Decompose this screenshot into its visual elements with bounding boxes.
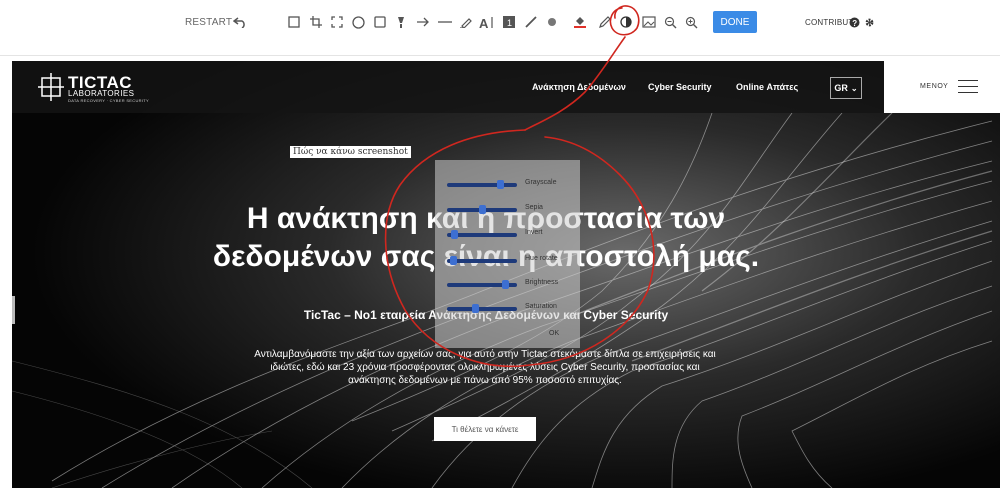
svg-text:?: ? [852,19,857,28]
number-icon[interactable]: 1 [500,13,518,31]
arrow-icon[interactable] [414,13,432,31]
filter-icon[interactable] [617,13,635,31]
pencil-icon[interactable] [596,13,614,31]
language-select[interactable]: GR ⌄ [830,77,862,99]
saturation-slider[interactable] [447,307,517,311]
nav-data-recovery[interactable]: Ανάκτηση Δεδομένων [532,82,626,92]
zoom-out-icon[interactable] [661,13,679,31]
invert-label: Invert [525,229,543,236]
sepia-label: Sepia [525,204,543,211]
pen-icon[interactable] [457,13,475,31]
logo-tagline: DATA RECOVERY · CYBER SECURITY [68,98,149,103]
sepia-slider-thumb[interactable] [478,205,486,214]
brightness-label: Brightness [525,279,559,286]
language-label: GR [834,83,848,93]
saturation-label: Saturation [525,303,557,310]
fill-icon[interactable] [571,13,589,31]
done-button[interactable]: DONE [713,11,757,33]
page-edge-handle [12,296,15,324]
image-icon[interactable] [640,13,658,31]
hamburger-icon [958,80,978,93]
blur-icon[interactable] [522,13,540,31]
logo-subtitle: LABORATORIES [68,89,135,98]
fit-icon[interactable] [328,13,346,31]
zoom-in-icon[interactable] [682,13,700,31]
text-icon[interactable]: A [478,13,496,31]
filter-row-grayscale: Grayscale [447,178,575,192]
highlight-icon[interactable] [392,13,410,31]
gear-icon[interactable] [860,13,878,31]
hue-rotate-label: Hue rotate [525,255,558,262]
hero-cta-button[interactable]: Τι θέλετε να κάνετε [434,417,536,441]
nav-online-scams[interactable]: Online Απάτες [736,82,798,92]
filter-row-saturation: Saturation [447,302,575,316]
menu-label: ΜΕΝΟΥ [920,83,949,90]
svg-text:A: A [479,16,489,29]
dot-icon[interactable] [543,13,561,31]
filter-row-hue-rotate: Hue rotate [447,254,575,268]
square-icon[interactable] [371,13,389,31]
filter-row-brightness: Brightness [447,278,575,292]
line-icon[interactable] [436,13,454,31]
menu-button[interactable]: ΜΕΝΟΥ [884,61,1000,113]
brightness-slider-thumb[interactable] [502,280,510,289]
filter-row-invert: Invert [447,228,575,242]
filter-panel: OK Grayscale Sepia Invert Hue rotate Brightn… [435,160,580,348]
rectangle-select-icon[interactable] [285,13,303,31]
grayscale-slider-thumb[interactable] [497,180,505,189]
editor-toolbar: RESTART A 1 DONE CONTRIBUTE ? [0,0,1000,56]
svg-text:1: 1 [507,18,512,28]
chevron-down-icon: ⌄ [850,83,858,93]
grayscale-slider[interactable] [447,183,517,187]
invert-slider-thumb[interactable] [451,230,459,239]
grayscale-label: Grayscale [525,179,557,186]
restart-button[interactable]: RESTART [185,13,232,31]
ok-button[interactable]: OK [549,330,559,337]
hue-rotate-slider-thumb[interactable] [450,256,458,265]
undo-icon[interactable] [231,13,249,31]
crosshair-icon [38,73,64,101]
saturation-slider-thumb[interactable] [472,304,480,313]
nav-cyber-security[interactable]: Cyber Security [648,82,712,92]
circle-icon[interactable] [349,13,367,31]
crop-icon[interactable] [307,13,325,31]
hero-paragraph: Αντιλαμβανόμαστε την αξία των αρχείων σα… [254,349,716,386]
hue-rotate-slider[interactable] [447,259,517,263]
filter-row-sepia: Sepia [447,203,575,217]
tictac-logo[interactable]: TICTAC LABORATORIES DATA RECOVERY · CYBE… [38,70,149,104]
site-header: TICTAC LABORATORIES DATA RECOVERY · CYBE… [12,61,884,113]
screenshot-howto-link[interactable]: Πώς να κάνω screenshot [290,146,411,158]
